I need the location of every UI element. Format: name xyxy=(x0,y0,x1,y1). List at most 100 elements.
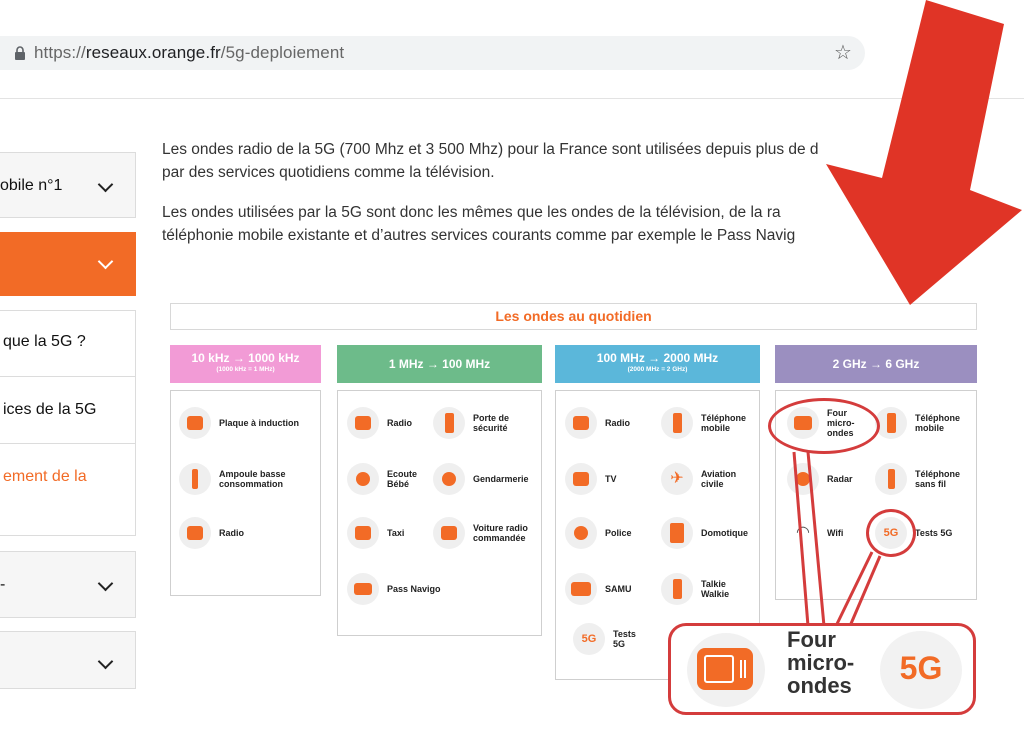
item-label: Taxi xyxy=(387,528,405,538)
item-label: Radio xyxy=(219,528,245,538)
item-label: Plaque à induction xyxy=(219,418,300,428)
chevron-down-icon xyxy=(97,253,114,270)
band-header-mhz-ghz: 100 MHz → 2000 MHz (2000 MHz = 2 GHz) xyxy=(555,345,760,383)
item-label: Ecoute Bébé xyxy=(387,469,418,489)
sidebar-item-collapsed-2[interactable] xyxy=(0,631,136,689)
home-automation-icon xyxy=(661,517,693,549)
airplane-icon: ✈ xyxy=(661,463,693,495)
band-range: 1 MHz → 100 MHz xyxy=(388,357,491,371)
radio-icon xyxy=(347,407,379,439)
list-item: Talkie Walkie xyxy=(661,573,741,605)
list-item: Téléphone mobile xyxy=(661,407,753,439)
item-label: Aviation civile xyxy=(701,469,737,489)
tv-icon xyxy=(565,463,597,495)
induction-hob-icon xyxy=(179,407,211,439)
sidebar-subitem-services[interactable]: ices de la 5G xyxy=(0,377,136,444)
list-item: Voiture radio commandée xyxy=(433,517,535,549)
item-label: Porte de sécurité xyxy=(473,413,510,433)
list-item: Gendarmerie xyxy=(433,463,529,495)
band-note: (2000 MHz = 2 GHz) xyxy=(627,366,688,373)
mobile-phone-icon xyxy=(661,407,693,439)
sidebar-subitem-label: que la 5G ? xyxy=(3,333,86,350)
band-range: 100 MHz → 2000 MHz xyxy=(596,351,719,365)
list-item: Radar xyxy=(787,463,853,495)
list-item: ✈ Aviation civile xyxy=(661,463,745,495)
item-label: SAMU xyxy=(605,584,632,594)
list-item: TV xyxy=(565,463,643,495)
item-label: Radio xyxy=(605,418,631,428)
item-label: Domotique xyxy=(701,528,748,538)
list-item: Plaque à induction xyxy=(179,407,299,439)
highlight-ring-5g xyxy=(866,509,916,557)
band-range: 2 GHz → 6 GHz xyxy=(832,357,920,371)
list-item: Radio xyxy=(565,407,643,439)
chevron-down-icon xyxy=(97,575,114,592)
item-label: Tests 5G xyxy=(915,528,953,538)
sidebar-item-active[interactable] xyxy=(0,232,136,296)
list-item: Téléphone sans fil xyxy=(875,463,967,495)
ambulance-icon xyxy=(565,573,597,605)
list-item: Porte de sécurité xyxy=(433,407,529,439)
item-label: Wifi xyxy=(827,528,844,538)
item-label: TV xyxy=(605,474,617,484)
item-label: Téléphone mobile xyxy=(701,413,747,433)
list-item: Ampoule basse consommation xyxy=(179,463,299,495)
lock-icon xyxy=(15,46,25,60)
url-text[interactable]: https://reseaux.orange.fr/5g-deploiement xyxy=(34,43,344,63)
paragraph-text: ns xyxy=(923,141,940,158)
5g-icon: 5G xyxy=(573,623,605,655)
item-label: Police xyxy=(605,528,632,538)
sidebar-item-mobile[interactable]: obile n°1 xyxy=(0,152,136,218)
cordless-phone-icon xyxy=(875,463,907,495)
list-item: Radio xyxy=(179,517,244,549)
url-path: /5g-deploiement xyxy=(220,43,345,62)
baby-monitor-icon xyxy=(347,463,379,495)
list-item: Police xyxy=(565,517,643,549)
taxi-icon xyxy=(347,517,379,549)
transit-card-icon xyxy=(347,573,379,605)
list-item: Radio xyxy=(347,407,425,439)
callout-line: ondes xyxy=(787,673,852,698)
sidebar-item-collapsed[interactable]: - xyxy=(0,551,136,618)
url-prefix: https:// xyxy=(34,43,86,62)
item-label: Radio xyxy=(387,418,413,428)
sidebar-subitem-deployment[interactable]: ement de la xyxy=(0,444,136,536)
item-label: Voiture radio commandée xyxy=(473,523,528,543)
list-item: Domotique xyxy=(661,517,748,549)
microwave-window xyxy=(704,655,734,683)
police-officer-icon xyxy=(433,463,465,495)
paragraph-line: téléphonie mobile existante et d’autres … xyxy=(162,227,796,244)
list-item: Taxi xyxy=(347,517,425,549)
sidebar-subitem-label: ement de la xyxy=(3,468,87,485)
callout-label: Four micro- ondes xyxy=(787,628,854,697)
wifi-icon: ◠ xyxy=(787,517,819,549)
5g-badge: 5G xyxy=(899,650,943,686)
url-host: reseaux.orange.fr xyxy=(85,43,221,62)
paragraph-text: Les ondes radio de la 5G (700 Mhz et 3 5… xyxy=(162,141,819,158)
item-label: Pass Navigo xyxy=(387,584,441,594)
callout-line: Four xyxy=(787,627,836,652)
5g-icon-text: 5G xyxy=(581,633,597,645)
list-item: SAMU xyxy=(565,573,643,605)
chevron-down-icon xyxy=(97,653,114,670)
list-item: ◠ Wifi xyxy=(787,517,843,549)
list-item: Ecoute Bébé xyxy=(347,463,425,495)
walkie-talkie-icon xyxy=(661,573,693,605)
list-item: Téléphone mobile xyxy=(875,407,967,439)
paragraph-line: Les ondes radio de la 5G (700 Mhz et 3 5… xyxy=(162,138,1022,161)
callout-line: micro- xyxy=(787,650,855,675)
star-icon[interactable]: ☆ xyxy=(834,40,852,65)
sidebar-subitem-what-is-5g[interactable]: que la 5G ? xyxy=(0,310,136,377)
rc-car-icon xyxy=(433,517,465,549)
sidebar-subitem-label: ices de la 5G xyxy=(3,401,97,418)
siren-icon xyxy=(565,517,597,549)
band-range: 10 kHz → 1000 kHz xyxy=(191,351,300,365)
item-label: Radar xyxy=(827,474,853,484)
list-item: 5G Tests 5G xyxy=(573,623,641,655)
radio-icon xyxy=(179,517,211,549)
microwave-controls xyxy=(740,660,746,678)
item-label: Téléphone mobile xyxy=(915,413,961,433)
light-bulb-icon xyxy=(179,463,211,495)
list-item: Pass Navigo xyxy=(347,573,441,605)
sidebar-item-label: obile n°1 xyxy=(0,177,63,194)
